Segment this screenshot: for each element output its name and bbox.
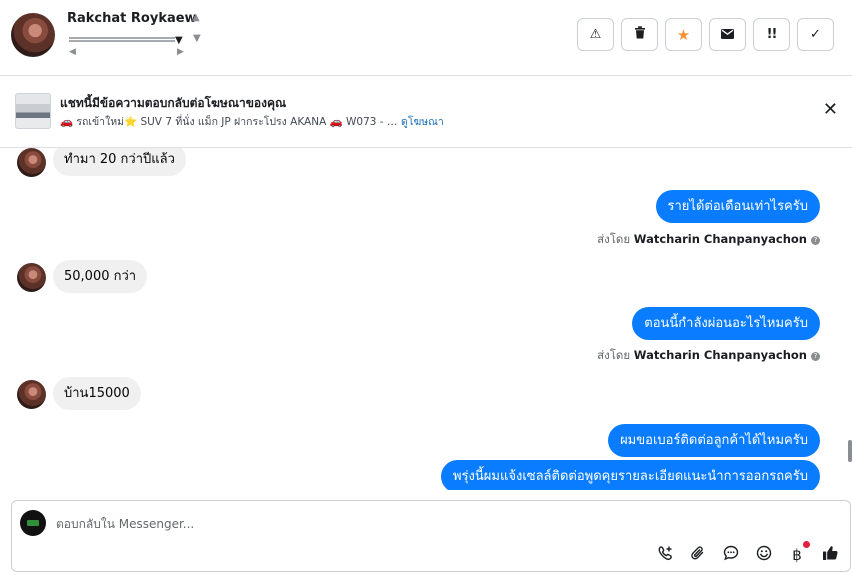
sender-avatar	[17, 148, 46, 177]
label-selector[interactable]: ▼ ▼ ◀ ▶	[67, 33, 201, 59]
outgoing-message[interactable]: ผมขอเบอร์ติดต่อลูกค้าได้ไหมครับ	[608, 424, 820, 457]
incoming-message[interactable]: ทำมา 20 กว่าปีแล้ว	[53, 148, 186, 176]
phone-plus-icon	[657, 545, 673, 565]
view-ad-link[interactable]: ดูโฆษณา	[401, 113, 444, 130]
call-button[interactable]	[655, 545, 675, 565]
chat-bubble-icon	[723, 545, 739, 565]
sent-by-label: ส่งโดย Watcharin Chanpanyachon?	[597, 347, 820, 365]
sent-by-prefix: ส่งโดย	[597, 348, 631, 362]
report-button[interactable]: ⚠	[577, 18, 614, 51]
ad-banner-title: แชทนี้มีข้อความตอบกลับต่อโฆษณาของคุณ	[60, 96, 287, 110]
sent-by-prefix: ส่งโดย	[597, 232, 631, 246]
saved-replies-button[interactable]	[721, 545, 741, 565]
caret-up-icon[interactable]: ▲	[192, 12, 200, 23]
sender-avatar	[17, 380, 46, 409]
star-icon: ★	[676, 25, 691, 44]
payment-button[interactable]: ฿	[787, 541, 810, 565]
ad-thumbnail	[15, 93, 51, 129]
thread-scrollbar[interactable]	[848, 148, 852, 490]
page-avatar	[20, 510, 46, 536]
attach-button[interactable]	[688, 545, 708, 565]
ad-reply-banner: แชทนี้มีข้อความตอบกลับต่อโฆษณาของคุณ 🚗 ร…	[0, 77, 852, 148]
baht-icon: ฿	[792, 546, 802, 564]
mark-unread-button[interactable]	[709, 18, 746, 51]
caret-down-icon[interactable]: ▼	[193, 33, 201, 44]
message-input[interactable]: ตอบกลับใน Messenger...	[56, 515, 194, 534]
paperclip-icon	[691, 545, 705, 565]
incoming-message[interactable]: 50,000 กว่า	[53, 260, 148, 293]
help-icon[interactable]: ?	[811, 352, 820, 361]
sender-avatar	[17, 263, 46, 292]
like-button[interactable]	[820, 545, 840, 565]
chevron-down-icon[interactable]: ▼	[175, 35, 183, 46]
thumbs-up-icon	[822, 545, 839, 565]
conversation-header: Rakchat Roykaew ▲ ▼ ▼ ◀ ▶ ⚠ ★ !! ✓	[0, 0, 852, 76]
mark-done-button[interactable]: ✓	[797, 18, 834, 51]
follow-up-icon: !!	[766, 27, 778, 42]
scroll-thumb[interactable]	[848, 440, 852, 462]
envelope-icon	[721, 27, 734, 43]
ad-banner-subtitle: 🚗 รถเข้าใหม่⭐ SUV 7 ที่นั่ง แม็ก JP ฝากร…	[60, 116, 400, 128]
emoji-button[interactable]	[754, 545, 774, 565]
header-actions: ⚠ ★ !! ✓	[577, 18, 834, 51]
sent-by-agent: Watcharin Chanpanyachon	[633, 232, 807, 246]
follow-up-button[interactable]: !!	[753, 18, 790, 51]
composer-toolbar: ฿	[655, 541, 840, 565]
check-icon: ✓	[810, 27, 821, 42]
star-button[interactable]: ★	[665, 18, 702, 51]
reply-composer[interactable]: ตอบกลับใน Messenger... ฿	[11, 500, 851, 572]
message-thread[interactable]: ทำมา 20 กว่าปีแล้ว รายได้ต่อเดือนเท่าไรค…	[0, 148, 852, 490]
scroll-right-icon[interactable]: ▶	[177, 47, 184, 57]
outgoing-message[interactable]: ตอนนี้กำลังผ่อนอะไรไหมครับ	[632, 307, 820, 340]
outgoing-message[interactable]: พรุ่งนี้ผมแจ้งเซลล์ติดต่อพูดคุยรายละเอีย…	[441, 460, 820, 490]
outgoing-message[interactable]: รายได้ต่อเดือนเท่าไรครับ	[655, 190, 820, 223]
label-ticker	[69, 37, 175, 42]
delete-button[interactable]	[621, 18, 658, 51]
warning-icon: ⚠	[589, 27, 602, 42]
scroll-left-icon[interactable]: ◀	[69, 47, 76, 57]
notification-dot	[803, 541, 810, 548]
close-icon[interactable]: ✕	[823, 99, 838, 120]
trash-icon	[634, 26, 646, 43]
sent-by-label: ส่งโดย Watcharin Chanpanyachon?	[597, 231, 820, 249]
smiley-icon	[756, 545, 772, 565]
sent-by-agent: Watcharin Chanpanyachon	[633, 348, 807, 362]
contact-name[interactable]: Rakchat Roykaew	[67, 11, 197, 26]
help-icon[interactable]: ?	[811, 236, 820, 245]
incoming-message[interactable]: บ้าน15000	[53, 377, 141, 410]
contact-avatar[interactable]	[11, 13, 55, 57]
